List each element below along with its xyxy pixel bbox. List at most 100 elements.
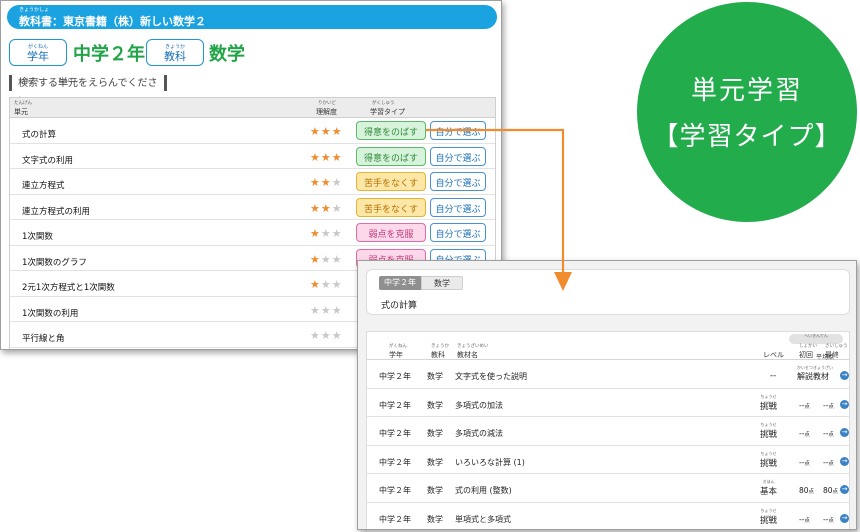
screen: きょうかしょ 教科書：東京書籍（株）新しい数学２ がくねん 学年 中学２年 きょ… (0, 0, 860, 532)
self-select-button[interactable]: じぶん えら自分で選ぶ (430, 121, 486, 140)
self-select-button[interactable]: じぶん えら自分で選ぶ (430, 197, 486, 217)
material-grade: 中学２年 (379, 400, 411, 410)
unit-name: 連立方程式の利用 (22, 206, 91, 217)
explanation-material-label: かいせつきょうざい 解説教材 (797, 365, 833, 382)
study-type-button[interactable]: とくい得意をのばす (356, 146, 426, 166)
material-name: 単項式と多項式 (455, 514, 511, 524)
last-score: --点 (823, 515, 834, 524)
hint-ruby-tangen: たんげん (58, 78, 79, 84)
material-row[interactable]: 中学２年 数学 多項式の加法 ちょうせん 挑戦 --点 --点 → (367, 389, 849, 417)
material-subject: 数学 (427, 486, 443, 495)
material-row[interactable]: 中学２年 数学 式の利用 (整数) きほん 基本 80点 80点 → (367, 474, 849, 503)
star-icon: ★ (320, 303, 332, 317)
header-unit-ruby: たんげん (14, 101, 32, 106)
material-row[interactable]: 中学２年 数学 いろいろな計算 (1) ちょうせん 挑戦 --点 --点 → (367, 446, 849, 474)
self-select-button[interactable]: じぶん えら自分で選ぶ (430, 172, 486, 191)
open-arrow-icon[interactable]: → (840, 399, 849, 409)
unit-row[interactable]: 1次関数★★★じゃくてん こくふく弱点を克服じぶん えら自分で選ぶ (10, 220, 495, 246)
star-icon: ★ (310, 201, 321, 215)
study-type-button[interactable]: じゃくてん こくふく弱点を克服 (356, 223, 426, 242)
open-arrow-icon[interactable]: → (840, 371, 849, 380)
last-score-unit: 点 (832, 489, 839, 495)
study-type-label: 苦手をなくす (363, 179, 418, 189)
material-grade: 中学２年 (379, 429, 411, 438)
level-ruby: ちょうせん (760, 393, 777, 405)
star-icon: ★ (331, 150, 343, 164)
last-score-unit: 点 (828, 403, 834, 410)
first-score-unit: 点 (808, 489, 815, 495)
mastery-stars: ★★★ (310, 151, 343, 164)
study-type-button[interactable]: とくい得意をのばす (356, 121, 426, 140)
unit-table-header: たんげん 単元 りかいど 理解度 がくしゅう 学習タイプ (10, 98, 495, 118)
material-level: ちょうせん 挑戦 (760, 422, 777, 440)
open-arrow-icon[interactable]: → (840, 485, 849, 494)
unit-name: 連立方程式 (22, 181, 65, 191)
mh-subject: 教科 (431, 351, 445, 359)
last-score: --点 (823, 458, 834, 467)
first-score: --点 (799, 429, 810, 438)
self-select-ruby: じぶん えら (431, 148, 485, 151)
star-icon: ★ (310, 252, 321, 266)
study-type-button[interactable]: にがて苦手をなくす (356, 172, 426, 191)
mh-grade-ruby: がくねん (389, 344, 407, 349)
selected-subject: 数学 (209, 44, 245, 65)
material-level: ちょうせん 挑戦 (760, 508, 777, 526)
mh-last-ruby: さいしゅう (825, 344, 848, 349)
material-row[interactable]: 中学２年 数学 多項式の減法 ちょうせん 挑戦 --点 --点 → (367, 417, 849, 446)
material-grade: 中学２年 (379, 514, 411, 524)
self-select-label: 自分で選ぶ (435, 230, 481, 240)
mastery-stars: ★★★ (310, 253, 343, 266)
self-select-label: 自分で選ぶ (435, 179, 481, 189)
grade-chip-button[interactable]: がくねん 学年 (9, 39, 67, 66)
material-name: いろいろな計算 (1) (455, 457, 525, 467)
material-subject: 数学 (427, 429, 443, 438)
open-arrow-icon[interactable]: → (840, 513, 849, 523)
level-ruby: ちょうせん (760, 507, 777, 519)
mh-material: 教材名 (457, 351, 478, 359)
star-icon: ★ (331, 227, 343, 240)
open-arrow-icon[interactable]: → (840, 428, 849, 437)
material-subject: 数学 (427, 514, 443, 524)
first-score-value: 80 (799, 486, 809, 495)
last-score-unit: 点 (828, 517, 834, 524)
self-select-button[interactable]: じぶん えら自分で選ぶ (430, 223, 486, 242)
material-level: -- (770, 371, 776, 381)
unit-name: 1次関数のグラフ (22, 257, 87, 268)
unit-row[interactable]: 連立方程式の利用★★★にがて苦手をなくすじぶん えら自分で選ぶ (10, 195, 495, 220)
open-arrow-icon[interactable]: → (840, 456, 849, 466)
self-select-label: 自分で選ぶ (435, 204, 481, 215)
star-icon: ★ (320, 329, 332, 342)
hint-ruby-kensaku: けんさく (20, 78, 41, 84)
material-row[interactable]: 中学２年 数学 文字式を使った説明 -- かいせつきょうざい 解説教材 → (367, 360, 849, 389)
star-icon: ★ (320, 278, 332, 291)
last-score: --点 (823, 401, 834, 410)
self-select-button[interactable]: じぶん えら自分で選ぶ (430, 146, 486, 166)
study-type-label: 得意をのばす (363, 153, 418, 164)
subject-chip-button[interactable]: きょうか 教科 (146, 39, 204, 66)
unit-name: 文字式の利用 (22, 155, 74, 166)
last-score-value: 80 (823, 486, 833, 495)
unit-row[interactable]: 連立方程式★★★にがて苦手をなくすじぶん えら自分で選ぶ (10, 169, 495, 195)
first-score-unit: 点 (804, 517, 810, 524)
material-name: 多項式の減法 (455, 429, 503, 438)
study-type-button[interactable]: にがて苦手をなくす (356, 197, 426, 217)
callout-line2: 【学習タイプ】 (652, 122, 842, 152)
level-label: 基本 (760, 487, 778, 497)
study-type-ruby: じゃくてん こくふく (357, 224, 425, 227)
material-subject: 数学 (427, 372, 443, 381)
material-row[interactable]: 中学２年 数学 単項式と多項式 ちょうせん 挑戦 --点 --点 → (367, 503, 849, 530)
material-subject: 数学 (427, 457, 443, 467)
material-level: ちょうせん 挑戦 (760, 394, 777, 412)
material-grade: 中学２年 (379, 372, 411, 381)
material-level: ちょうせん 挑戦 (760, 451, 777, 469)
star-icon: ★ (310, 125, 321, 138)
mh-grade: 学年 (389, 351, 403, 359)
unit-row[interactable]: 式の計算★★★とくい得意をのばすじぶん えら自分で選ぶ (10, 118, 495, 144)
grade-chip-label: 学年 (27, 50, 49, 63)
self-select-ruby: じぶん えら (431, 122, 485, 125)
study-type-label: 苦手をなくす (363, 204, 418, 215)
star-icon: ★ (331, 252, 343, 266)
first-score: 80点 (799, 486, 814, 495)
selected-unit-title: 式の計算 (381, 301, 418, 311)
unit-row[interactable]: 文字式の利用 ★★★ とくい得意をのばすじぶん えら自分で選ぶ (10, 144, 495, 169)
